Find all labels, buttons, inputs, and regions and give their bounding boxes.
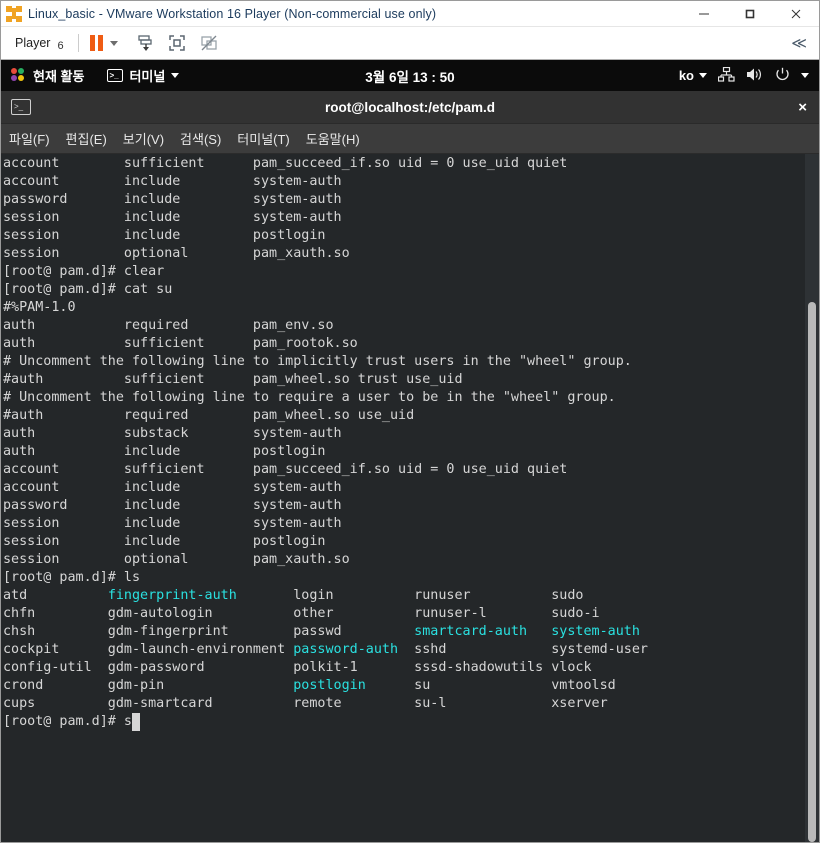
terminal-line: session include system-auth xyxy=(3,210,342,225)
toolbar-divider xyxy=(77,34,79,52)
terminal-line: auth sufficient pam_rootok.so xyxy=(3,336,358,351)
terminal-line: password include system-auth xyxy=(3,192,342,207)
vmware-player-window: Linux_basic - VMware Workstation 16 Play… xyxy=(0,0,820,843)
terminal-line: [root@ pam.d]# ls xyxy=(3,570,141,585)
terminal-line: #auth required pam_wheel.so use_uid xyxy=(3,408,415,423)
terminal-line: [root@ pam.d]# s xyxy=(3,713,805,731)
terminal-text: account sufficient pam_succeed_if.so uid… xyxy=(3,154,805,731)
terminal-cursor xyxy=(132,713,140,731)
gnome-terminal-window: >_ root@localhost:/etc/pam.d × 파일(F) 편집(… xyxy=(1,91,819,842)
menu-search[interactable]: 검색(S) xyxy=(180,129,221,148)
menu-edit[interactable]: 편집(E) xyxy=(66,129,107,148)
terminal-line: [root@ pam.d]# cat su xyxy=(3,282,173,297)
terminal-output-area[interactable]: account sufficient pam_succeed_if.so uid… xyxy=(1,154,819,842)
menu-help[interactable]: 도움말(H) xyxy=(306,129,360,148)
minimize-button[interactable] xyxy=(681,1,727,27)
send-keys-icon[interactable] xyxy=(132,32,158,54)
terminal-line: cockpit gdm-launch-environment password-… xyxy=(3,642,648,657)
collapse-toolbar-button[interactable]: ≪ xyxy=(791,34,811,52)
terminal-line: cups gdm-smartcard remote su-l xserver xyxy=(3,696,608,711)
app-menu-label: 터미널 xyxy=(129,69,166,84)
unity-mode-disabled-icon[interactable] xyxy=(196,32,222,54)
fullscreen-icon[interactable] xyxy=(164,32,190,54)
terminal-line: atd fingerprint-auth login runuser sudo xyxy=(3,588,584,603)
terminal-line: #%PAM-1.0 xyxy=(3,300,76,315)
activities-icon xyxy=(11,68,26,83)
close-icon[interactable]: × xyxy=(798,100,807,115)
terminal-line: session include system-auth xyxy=(3,516,342,531)
vmware-logo-icon xyxy=(6,5,22,22)
terminal-title-bar: >_ root@localhost:/etc/pam.d × xyxy=(1,91,819,124)
terminal-line: crond gdm-pin postlogin su vmtoolsd xyxy=(3,678,616,693)
terminal-line: auth include postlogin xyxy=(3,444,326,459)
terminal-menu-bar: 파일(F) 편집(E) 보기(V) 검색(S) 터미널(T) 도움말(H) xyxy=(1,124,819,154)
terminal-line: # Uncomment the following line to requir… xyxy=(3,390,616,405)
terminal-line: account sufficient pam_succeed_if.so uid… xyxy=(3,462,568,477)
menu-terminal[interactable]: 터미널(T) xyxy=(237,129,289,148)
menu-file[interactable]: 파일(F) xyxy=(9,129,50,148)
chevron-down-icon xyxy=(699,73,707,78)
terminal-line: auth required pam_env.so xyxy=(3,318,334,333)
input-source-indicator[interactable]: ko xyxy=(679,68,707,83)
chevron-down-icon xyxy=(171,73,180,78)
terminal-line: config-util gdm-password polkit-1 sssd-s… xyxy=(3,660,592,675)
vmware-toolbar: Player 6 ≪ xyxy=(1,27,819,60)
chevron-down-icon[interactable] xyxy=(801,73,809,78)
terminal-line: password include system-auth xyxy=(3,498,342,513)
terminal-line: # Uncomment the following line to implic… xyxy=(3,354,632,369)
activities-button[interactable]: 현재 활동 xyxy=(33,66,84,85)
close-button[interactable] xyxy=(773,1,819,27)
terminal-line: session include postlogin xyxy=(3,534,326,549)
vmware-window-title: Linux_basic - VMware Workstation 16 Play… xyxy=(28,6,437,21)
terminal-scrollbar[interactable] xyxy=(805,154,819,842)
terminal-line: chfn gdm-autologin other runuser-l sudo-… xyxy=(3,606,600,621)
terminal-line: chsh gdm-fingerprint passwd smartcard-au… xyxy=(3,624,640,639)
terminal-line: session optional pam_xauth.so xyxy=(3,246,350,261)
scrollbar-thumb[interactable] xyxy=(808,301,816,842)
vmware-title-bar: Linux_basic - VMware Workstation 16 Play… xyxy=(1,1,819,27)
volume-icon[interactable] xyxy=(746,67,764,85)
player-menu-badge: 6 xyxy=(57,40,64,52)
terminal-line: auth substack system-auth xyxy=(3,426,342,441)
terminal-icon: >_ xyxy=(107,69,124,82)
terminal-line: [root@ pam.d]# clear xyxy=(3,264,165,279)
terminal-line: account include system-auth xyxy=(3,174,342,189)
app-menu-terminal[interactable]: >_ 터미널 xyxy=(107,66,180,85)
chevron-down-icon[interactable] xyxy=(109,40,118,46)
input-source-label: ko xyxy=(678,68,694,83)
power-icon[interactable] xyxy=(775,67,790,85)
network-wired-icon[interactable] xyxy=(717,66,735,85)
terminal-line: account include system-auth xyxy=(3,480,342,495)
player-menu-button[interactable]: Player xyxy=(15,36,50,50)
terminal-window-title: root@localhost:/etc/pam.d xyxy=(325,99,495,115)
menu-view[interactable]: 보기(V) xyxy=(123,129,164,148)
window-controls xyxy=(681,1,819,27)
terminal-line: account sufficient pam_succeed_if.so uid… xyxy=(3,156,568,171)
maximize-button[interactable] xyxy=(727,1,773,27)
gnome-top-bar: 현재 활동 >_ 터미널 3월 6일 13 : 50 ko xyxy=(1,60,819,91)
terminal-line: #auth sufficient pam_wheel.so trust use_… xyxy=(3,372,463,387)
terminal-line: session include postlogin xyxy=(3,228,326,243)
pause-icon[interactable] xyxy=(89,35,103,51)
terminal-icon: >_ xyxy=(11,99,31,115)
terminal-line: session optional pam_xauth.so xyxy=(3,552,350,567)
